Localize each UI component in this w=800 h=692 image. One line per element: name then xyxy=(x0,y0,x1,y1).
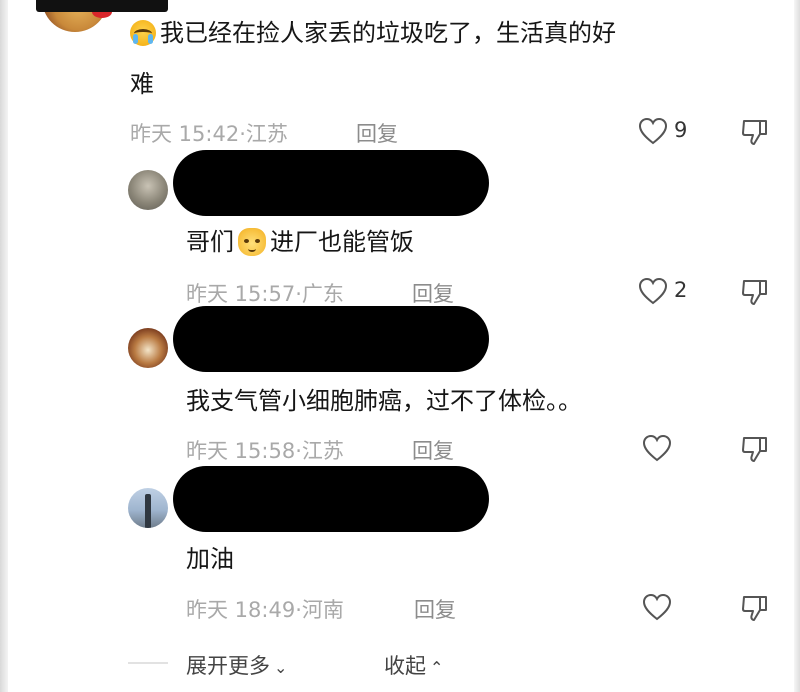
expand-more-label: 展开更多 xyxy=(186,654,270,678)
heart-icon[interactable] xyxy=(638,277,668,305)
redacted-username xyxy=(173,150,489,216)
heart-icon[interactable] xyxy=(638,117,668,145)
redacted-username xyxy=(173,306,489,372)
comment-text: 我已经在捡人家丢的垃圾吃了，生活真的好 xyxy=(130,14,770,52)
photo-edge-right xyxy=(794,0,800,692)
comment-text: 我支气管小细胞肺癌，过不了体检。。 xyxy=(186,387,582,415)
redaction-bar xyxy=(36,0,168,12)
comment-text-part: 进厂也能管饭 xyxy=(270,228,414,256)
redacted-username xyxy=(173,466,489,532)
comment-timestamp: 昨天 15:57·广东 xyxy=(186,282,344,306)
thumbs-down-icon[interactable] xyxy=(740,117,770,147)
comment-timestamp: 昨天 15:42·江苏 xyxy=(130,122,288,146)
comment-timestamp: 昨天 15:58·江苏 xyxy=(186,439,344,463)
chevron-down-icon: ⌄ xyxy=(274,658,288,677)
comment-timestamp: 昨天 18:49·河南 xyxy=(186,598,344,622)
photo-edge-left xyxy=(0,0,8,692)
collapse-label: 收起 xyxy=(384,654,426,678)
thumbs-down-icon[interactable] xyxy=(740,434,770,464)
comment-text-line: 难 xyxy=(130,70,154,98)
loudly-crying-face-icon xyxy=(130,20,156,46)
reply-button[interactable]: 回复 xyxy=(414,594,456,624)
heart-icon[interactable] xyxy=(642,434,672,462)
avatar[interactable] xyxy=(128,488,168,528)
reply-button[interactable]: 回复 xyxy=(412,278,454,308)
flushed-face-icon xyxy=(238,228,266,256)
comment-text-part: 哥们 xyxy=(186,228,234,256)
chevron-up-icon: ⌃ xyxy=(430,658,444,677)
thumbs-down-icon[interactable] xyxy=(740,593,770,623)
expand-more-button[interactable]: 展开更多 ⌄ xyxy=(186,650,287,680)
thumbs-down-icon[interactable] xyxy=(740,277,770,307)
comment-text-line: 我已经在捡人家丢的垃圾吃了，生活真的好 xyxy=(160,19,616,47)
like-count: 2 xyxy=(674,278,688,302)
divider xyxy=(128,662,168,664)
comment-text: 加油 xyxy=(186,545,234,573)
reply-button[interactable]: 回复 xyxy=(412,435,454,465)
heart-icon[interactable] xyxy=(642,593,672,621)
reply-button[interactable]: 回复 xyxy=(356,118,398,148)
avatar[interactable] xyxy=(128,170,168,210)
comment-text: 哥们 进厂也能管饭 xyxy=(186,223,414,261)
like-count: 9 xyxy=(674,118,688,142)
collapse-button[interactable]: 收起 ⌃ xyxy=(384,650,443,680)
avatar[interactable] xyxy=(128,328,168,368)
